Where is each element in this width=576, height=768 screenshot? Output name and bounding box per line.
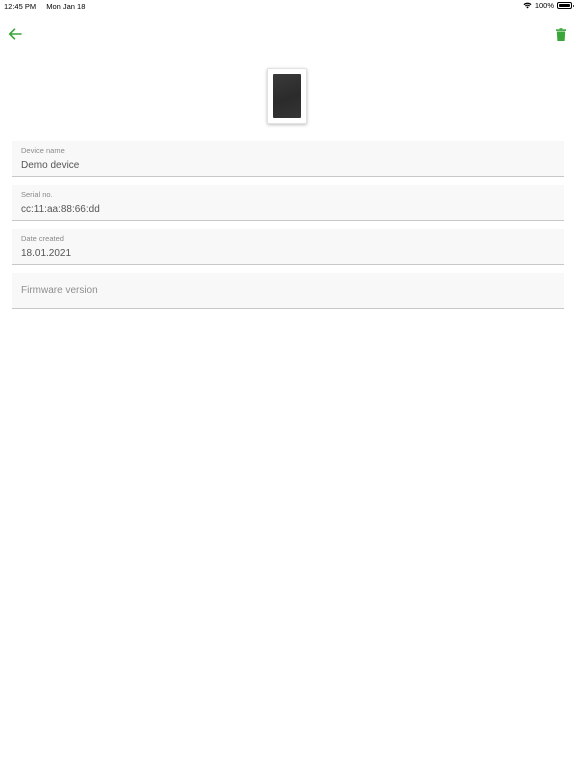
date-created-field[interactable]: Date created 18.01.2021 [12, 229, 564, 265]
status-date: Mon Jan 18 [46, 2, 86, 11]
tablet-device-icon [273, 74, 301, 118]
device-name-value[interactable]: Demo device [21, 160, 79, 171]
trash-icon [556, 27, 566, 41]
back-button[interactable] [6, 26, 24, 42]
delete-button[interactable] [554, 26, 568, 42]
battery-icon [557, 2, 574, 9]
battery-fill [559, 4, 570, 7]
device-detail-page: 12:45 PM Mon Jan 18 100% Device name Dem… [0, 0, 576, 768]
status-time: 12:45 PM [4, 2, 37, 11]
firmware-version-placeholder[interactable]: Firmware version [21, 285, 98, 296]
serial-no-field[interactable]: Serial no. cc:11:aa:88:66:dd [12, 185, 564, 221]
date-created-value[interactable]: 18.01.2021 [21, 248, 71, 259]
device-name-label: Device name [21, 146, 65, 155]
device-image [267, 68, 307, 124]
device-name-field[interactable]: Device name Demo device [12, 141, 564, 177]
serial-no-value[interactable]: cc:11:aa:88:66:dd [21, 204, 100, 215]
date-created-label: Date created [21, 234, 64, 243]
status-bar: 12:45 PM Mon Jan 18 100% [0, 0, 576, 12]
status-left: 12:45 PM Mon Jan 18 [4, 2, 85, 11]
firmware-version-field[interactable]: Firmware version [12, 273, 564, 309]
status-right: 100% [523, 1, 574, 10]
wifi-icon [523, 2, 532, 9]
arrow-left-icon [8, 28, 22, 40]
serial-no-label: Serial no. [21, 190, 53, 199]
battery-percent: 100% [534, 1, 554, 10]
